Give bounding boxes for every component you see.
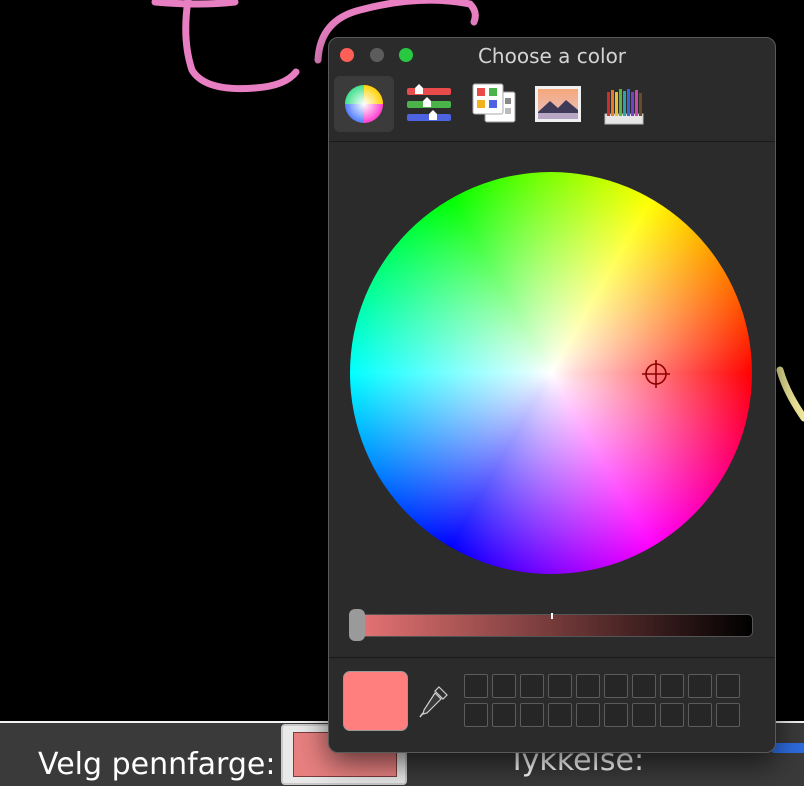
custom-swatch-slot[interactable] [604, 674, 628, 698]
custom-swatch-grid [464, 674, 744, 728]
thickness-slider[interactable] [772, 743, 804, 753]
crosshair-icon[interactable] [641, 359, 671, 389]
current-color-swatch[interactable] [343, 671, 408, 731]
color-wheel[interactable] [350, 172, 752, 574]
color-palettes-tab[interactable] [463, 76, 523, 132]
image-palettes-tab[interactable] [526, 76, 586, 132]
custom-swatch-slot[interactable] [520, 674, 544, 698]
custom-swatch-slot[interactable] [576, 674, 600, 698]
titlebar[interactable]: Choose a color [329, 38, 775, 74]
custom-swatch-slot[interactable] [576, 703, 600, 727]
mode-toolbar [329, 74, 775, 142]
color-wheel-icon [345, 85, 383, 123]
eyedropper-icon[interactable] [417, 683, 451, 719]
color-wheel-area [329, 142, 775, 654]
color-wheel-tab[interactable] [334, 76, 394, 132]
custom-swatch-slot[interactable] [688, 703, 712, 727]
custom-swatch-slot[interactable] [660, 703, 684, 727]
pencils-tab[interactable] [591, 76, 651, 132]
custom-swatch-slot[interactable] [464, 674, 488, 698]
custom-swatch-slot[interactable] [548, 703, 572, 727]
pen-color-label: Velg pennfarge: [38, 747, 276, 782]
color-sliders-tab[interactable] [397, 76, 457, 132]
brightness-tick [551, 613, 553, 619]
custom-swatch-slot[interactable] [548, 674, 572, 698]
custom-swatch-slot[interactable] [688, 674, 712, 698]
color-panel-window: Choose a color [328, 37, 776, 753]
divider [329, 657, 775, 658]
custom-swatch-slot[interactable] [464, 703, 488, 727]
yellow-stroke [776, 366, 804, 422]
custom-swatch-slot[interactable] [632, 703, 656, 727]
color-palettes-icon [472, 83, 516, 123]
custom-swatch-slot[interactable] [716, 674, 740, 698]
custom-swatch-slot[interactable] [660, 674, 684, 698]
custom-swatch-slot[interactable] [604, 703, 628, 727]
brightness-knob[interactable] [349, 609, 365, 641]
window-title: Choose a color [477, 44, 627, 68]
brightness-slider[interactable] [354, 614, 753, 637]
custom-swatch-slot[interactable] [632, 674, 656, 698]
custom-swatch-slot[interactable] [492, 674, 516, 698]
pencils-icon [604, 89, 644, 125]
image-palettes-icon [535, 86, 581, 122]
custom-swatch-slot[interactable] [520, 703, 544, 727]
color-sliders-icon [407, 84, 451, 121]
custom-swatch-slot[interactable] [716, 703, 740, 727]
custom-swatch-slot[interactable] [492, 703, 516, 727]
